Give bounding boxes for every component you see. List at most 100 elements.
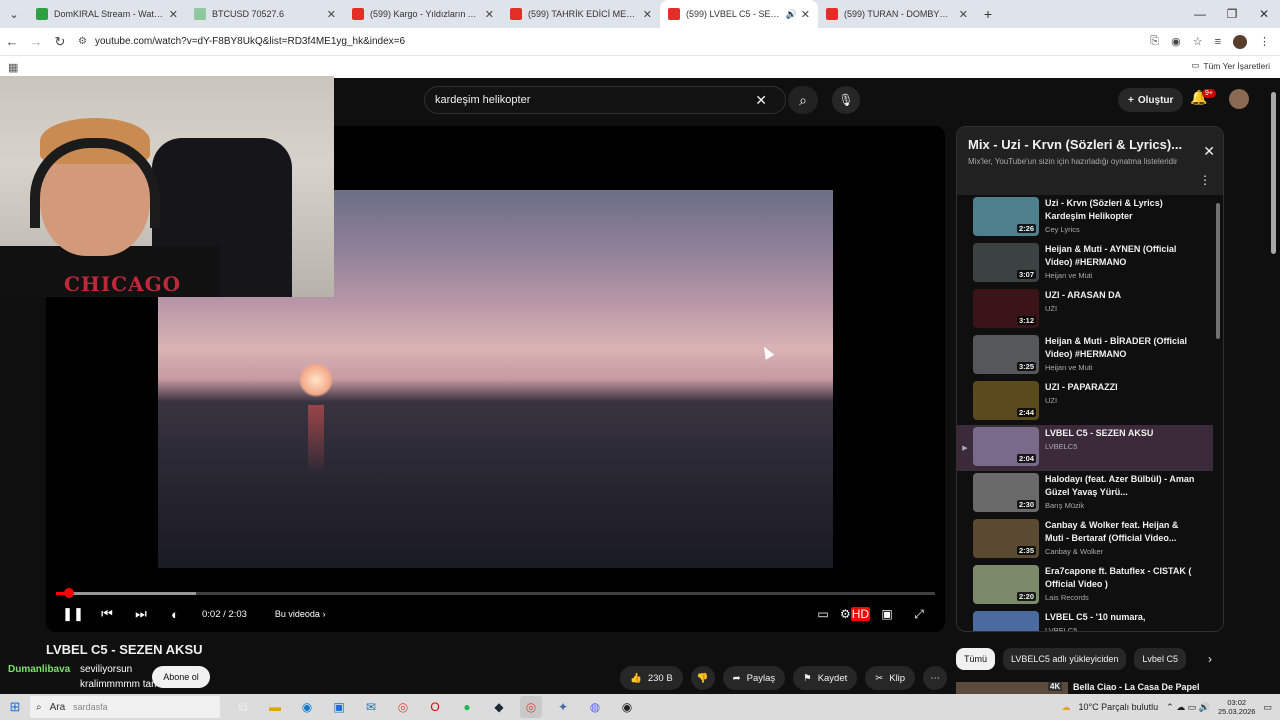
- filter-chip[interactable]: Lvbel C5: [1134, 648, 1186, 670]
- close-window-icon[interactable]: ✕: [1248, 0, 1280, 28]
- close-tab-icon[interactable]: ✕: [801, 8, 810, 21]
- tab-audio-icon[interactable]: 🔊: [786, 9, 797, 20]
- share-button[interactable]: ➦ Paylaş: [722, 666, 786, 690]
- playlist-item[interactable]: 2:30 Halodayı (feat. Azer Bülbül) - Aman …: [957, 471, 1213, 517]
- cast-icon[interactable]: ⎘: [1150, 35, 1159, 48]
- playlist-item[interactable]: 2:26 Uzi - Krvn (Sözleri & Lyrics) Kardeş…: [957, 195, 1213, 241]
- filter-chip[interactable]: Tümü: [956, 648, 996, 670]
- playlist-item[interactable]: 2:35 Canbay & Wolker feat. Heijan & Muti …: [957, 517, 1213, 563]
- edge-icon[interactable]: ◉: [296, 696, 318, 718]
- more-actions-button[interactable]: ⋯: [923, 666, 948, 690]
- playlist-menu-icon[interactable]: ⋮: [1199, 173, 1211, 187]
- opera-icon[interactable]: O: [424, 696, 446, 718]
- chrome-icon[interactable]: ◎: [392, 696, 414, 718]
- browser-tab[interactable]: (599) Kargo - Yıldızların Altında ✕: [344, 0, 502, 28]
- windows-start-icon[interactable]: ⊞: [0, 699, 30, 715]
- close-tab-icon[interactable]: ✕: [643, 8, 652, 21]
- progress-scrubber[interactable]: [64, 588, 74, 598]
- close-tab-icon[interactable]: ✕: [169, 8, 178, 21]
- taskbar-search[interactable]: ⌕ Ara sardasfa: [30, 696, 220, 718]
- page-scrollbar[interactable]: [1271, 92, 1276, 254]
- apps-grid-icon[interactable]: ▦: [8, 61, 18, 74]
- previous-icon[interactable]: ⏮: [90, 606, 124, 622]
- browser-tab[interactable]: (599) TAHRİK EDİCİ MESAJLAR... ✕: [502, 0, 660, 28]
- next-icon[interactable]: ⏭: [124, 606, 158, 622]
- dislike-button[interactable]: 👎: [690, 666, 715, 690]
- chips-next-icon[interactable]: ›: [1208, 652, 1212, 666]
- all-bookmarks[interactable]: ▭ Tüm Yer İşaretleri: [1191, 60, 1270, 71]
- playlist-item[interactable]: ▶ 2:04 LVBEL C5 - SEZEN AKSU LVBELC5: [957, 425, 1213, 471]
- playlist-item[interactable]: 2:44 UZI - PAPARAZZI UZI: [957, 379, 1213, 425]
- notification-center-icon[interactable]: ▭: [1263, 702, 1272, 713]
- like-button[interactable]: 👍 230 B: [620, 666, 683, 690]
- settings-icon[interactable]: ⚙HD: [839, 606, 871, 622]
- playlist-scrollbar[interactable]: [1216, 203, 1220, 339]
- eye-off-icon[interactable]: ◉: [1171, 35, 1181, 48]
- close-tab-icon[interactable]: ✕: [959, 8, 968, 21]
- obs-icon[interactable]: ◉: [616, 696, 638, 718]
- discord-icon[interactable]: ◍: [584, 696, 606, 718]
- playlist-item[interactable]: 3:07 Heijan & Muti - AYNEN (Official Vide…: [957, 241, 1213, 287]
- playlist-item-channel: Heijan ve Muti: [1045, 271, 1093, 280]
- browser-tab[interactable]: DomKIRAL Stream - Watch Live ✕: [28, 0, 186, 28]
- chrome-active-icon[interactable]: ◎: [520, 696, 542, 718]
- back-icon[interactable]: ←: [0, 34, 24, 49]
- fullscreen-icon[interactable]: ⤢: [903, 607, 935, 622]
- clock[interactable]: 03:02 25.03.2026: [1218, 698, 1256, 716]
- playlist-title[interactable]: Mix - Uzi - Krvn (Sözleri & Lyrics)...: [968, 137, 1183, 152]
- store-icon[interactable]: ▣: [328, 696, 350, 718]
- browser-tab[interactable]: (599) LVBEL C5 - SEZEN AKS🔊 ✕: [660, 0, 818, 28]
- pause-icon[interactable]: ❚❚: [56, 606, 90, 622]
- save-button[interactable]: ⚑ Kaydet: [793, 666, 858, 690]
- clear-search-icon[interactable]: ✕: [755, 92, 767, 109]
- mail-icon[interactable]: ✉: [360, 696, 382, 718]
- playlist-item[interactable]: 2:20 Era7capone ft. Batuflex - CISTAK ( O…: [957, 563, 1213, 609]
- chat-message: kralimmmmm tam: [80, 679, 160, 690]
- steam-icon[interactable]: ◆: [488, 696, 510, 718]
- clip-button[interactable]: ✂ Klip: [865, 666, 916, 690]
- playlist-item[interactable]: 3:25 Heijan & Muti - BİRADER (Official Vi…: [957, 333, 1213, 379]
- bookmark-star-icon[interactable]: ☆: [1193, 35, 1203, 48]
- site-info-icon[interactable]: ⚙: [78, 36, 87, 47]
- windows-taskbar: ⊞ ⌕ Ara sardasfa ⧉ ▬ ◉ ▣ ✉ ◎ O ● ◆ ◎ ✦ ◍…: [0, 694, 1280, 720]
- tray-icons[interactable]: ⌃ ☁ ▭ 🔊: [1166, 702, 1210, 713]
- subtitles-icon[interactable]: ▭: [807, 607, 839, 622]
- tab-search-icon[interactable]: ⌄: [0, 0, 28, 28]
- close-tab-icon[interactable]: ✕: [485, 8, 494, 21]
- minimize-icon[interactable]: —: [1184, 0, 1216, 28]
- playlist-item[interactable]: LVBEL C5 - '10 numara, LVBELC5: [957, 609, 1213, 631]
- account-avatar[interactable]: [1229, 89, 1249, 109]
- close-playlist-icon[interactable]: ✕: [1203, 143, 1215, 160]
- forward-icon[interactable]: →: [24, 34, 48, 49]
- restore-icon[interactable]: ❐: [1216, 0, 1248, 28]
- close-tab-icon[interactable]: ✕: [327, 8, 336, 21]
- folder-icon: ▭: [1191, 60, 1200, 70]
- microphone-icon[interactable]: 🎙: [832, 86, 860, 114]
- subscribe-button[interactable]: Abone ol: [152, 666, 210, 688]
- url-field[interactable]: ⚙ youtube.com/watch?v=dY-F8BY8UkQ&list=R…: [78, 36, 1150, 47]
- create-button[interactable]: + Oluştur: [1118, 88, 1184, 112]
- search-icon[interactable]: ⌕: [788, 86, 818, 114]
- new-tab-button[interactable]: +: [976, 6, 1000, 22]
- search-box[interactable]: kardeşim helikopter ✕: [424, 86, 786, 114]
- playlist-item[interactable]: 3:12 UZI - ARASAN DA UZI: [957, 287, 1213, 333]
- task-view-icon[interactable]: ⧉: [232, 696, 254, 718]
- chapter-button[interactable]: Bu videoda ›: [275, 609, 326, 619]
- recommendation-item[interactable]: 4K Bella Ciao - La Casa De Papel: [956, 680, 1224, 694]
- reading-list-icon[interactable]: ≡: [1215, 36, 1221, 48]
- volume-icon[interactable]: ◐: [158, 607, 192, 622]
- tab-favicon-icon: [36, 8, 48, 20]
- search-input[interactable]: kardeşim helikopter: [435, 94, 755, 106]
- reload-icon[interactable]: ↻: [48, 34, 72, 50]
- app-icon[interactable]: ✦: [552, 696, 574, 718]
- browser-tab[interactable]: (599) TURAN - DOMBYRA / mu ✕: [818, 0, 976, 28]
- browser-menu-icon[interactable]: ⋮: [1259, 35, 1270, 48]
- profile-avatar[interactable]: [1233, 34, 1247, 49]
- file-explorer-icon[interactable]: ▬: [264, 696, 286, 718]
- spotify-icon[interactable]: ●: [456, 696, 478, 718]
- weather-text[interactable]: 10°C Parçalı bulutlu: [1079, 702, 1159, 712]
- browser-tab[interactable]: BTCUSD 70527.6 ✕: [186, 0, 344, 28]
- filter-chip[interactable]: LVBELC5 adlı yükleyiciden: [1003, 648, 1127, 670]
- playlist-thumbnail: 2:30: [973, 473, 1039, 512]
- theater-mode-icon[interactable]: ▣: [871, 607, 903, 622]
